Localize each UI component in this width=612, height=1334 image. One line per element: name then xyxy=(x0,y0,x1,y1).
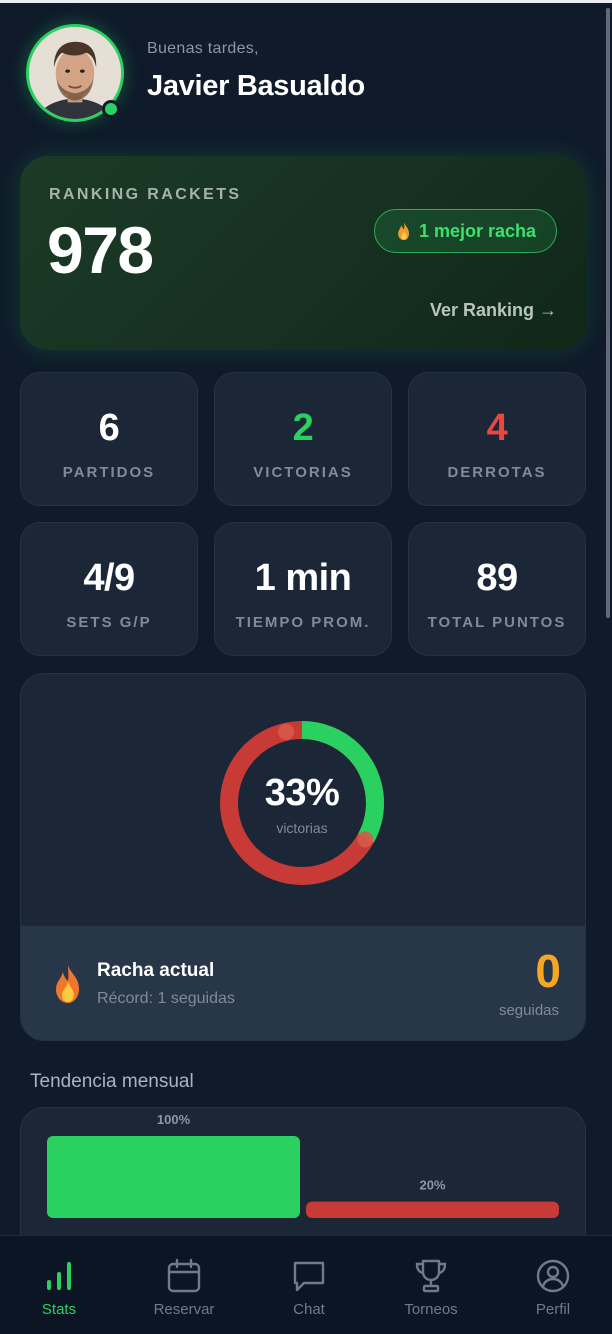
win-rate-caption: victorias xyxy=(276,820,328,836)
stat-label: TIEMPO PROM. xyxy=(235,614,371,631)
stat-value: 6 xyxy=(98,407,120,449)
current-streak-row: Racha actual Récord: 1 seguidas 0 seguid… xyxy=(21,926,585,1040)
stat-label: TOTAL PUNTOS xyxy=(427,614,567,631)
stat-value: 4 xyxy=(486,407,508,449)
stat-label: PARTIDOS xyxy=(62,464,156,481)
nav-label: Perfil xyxy=(535,1301,571,1318)
stat-card-matches: 6 PARTIDOS xyxy=(20,372,198,506)
nav-label: Torneos xyxy=(404,1301,458,1318)
nav-item-perfil[interactable]: Perfil xyxy=(492,1236,612,1334)
nav-item-reservar[interactable]: Reservar xyxy=(123,1236,245,1334)
nav-item-torneos[interactable]: Torneos xyxy=(370,1236,492,1334)
ranking-value: 978 xyxy=(47,213,154,287)
flame-icon xyxy=(398,221,409,241)
trend-section-title: Tendencia mensual xyxy=(30,1071,194,1092)
stat-label: VICTORIAS xyxy=(253,464,353,481)
greeting-text: Buenas tardes, xyxy=(147,40,259,57)
trend-bar xyxy=(47,1136,300,1218)
best-streak-text: 1 mejor racha xyxy=(418,220,537,241)
win-rate-card: 33% victorias Racha actual Récord: 1 seg… xyxy=(20,673,586,1041)
bottom-nav: Stats Reservar Chat Torneos Perfil xyxy=(0,1235,612,1334)
stats-screen: Buenas tardes, Javier Basualdo RANKING R… xyxy=(0,0,612,1334)
nav-label: Chat xyxy=(293,1301,325,1318)
flame-icon xyxy=(56,965,79,1003)
nav-label: Stats xyxy=(41,1301,77,1318)
stat-value: 1 min xyxy=(254,557,352,599)
scrollbar[interactable] xyxy=(606,8,610,618)
user-circle-icon xyxy=(536,1259,570,1293)
win-rate-donut: 33% victorias xyxy=(217,718,387,888)
donut-cap-start xyxy=(278,723,295,740)
nav-item-chat[interactable]: Chat xyxy=(248,1236,370,1334)
stat-card-wins: 2 VICTORIAS xyxy=(214,372,392,506)
stat-card-losses: 4 DERROTAS xyxy=(408,372,586,506)
stat-value: 4/9 xyxy=(83,557,135,599)
stat-label: DERROTAS xyxy=(447,464,547,481)
current-streak-value: 0 xyxy=(535,945,561,997)
trophy-icon xyxy=(415,1259,447,1293)
trend-bar-label: 20% xyxy=(419,1178,445,1193)
trend-bar xyxy=(306,1201,559,1218)
streak-record-text: Récord: 1 seguidas xyxy=(97,990,235,1007)
current-streak-unit: seguidas xyxy=(498,1002,559,1019)
online-status-dot xyxy=(102,100,120,118)
stat-value: 2 xyxy=(292,407,314,449)
current-streak-title: Racha actual xyxy=(97,960,215,981)
stat-card-avg-time: 1 min TIEMPO PROM. xyxy=(214,522,392,656)
chat-icon xyxy=(293,1261,325,1292)
stat-label: SETS G/P xyxy=(66,614,152,631)
trend-bar-label: 100% xyxy=(157,1112,191,1127)
stat-card-sets: 4/9 SETS G/P xyxy=(20,522,198,656)
nav-label: Reservar xyxy=(153,1301,215,1318)
nav-item-stats[interactable]: Stats xyxy=(0,1236,120,1334)
best-streak-badge: 1 mejor racha xyxy=(374,209,557,253)
calendar-icon xyxy=(167,1258,201,1293)
ranking-card: RANKING RACKETS 978 1 mejor racha Ver Ra… xyxy=(20,156,586,350)
stat-value: 89 xyxy=(476,557,518,599)
win-rate-percent: 33% xyxy=(264,772,340,814)
status-divider xyxy=(0,0,612,3)
ranking-label: RANKING RACKETS xyxy=(49,186,242,203)
stat-card-total-points: 89 TOTAL PUNTOS xyxy=(408,522,586,656)
bar-chart-icon xyxy=(47,1262,71,1290)
user-name: Javier Basualdo xyxy=(147,70,365,102)
view-ranking-link[interactable]: Ver Ranking → xyxy=(430,300,557,321)
